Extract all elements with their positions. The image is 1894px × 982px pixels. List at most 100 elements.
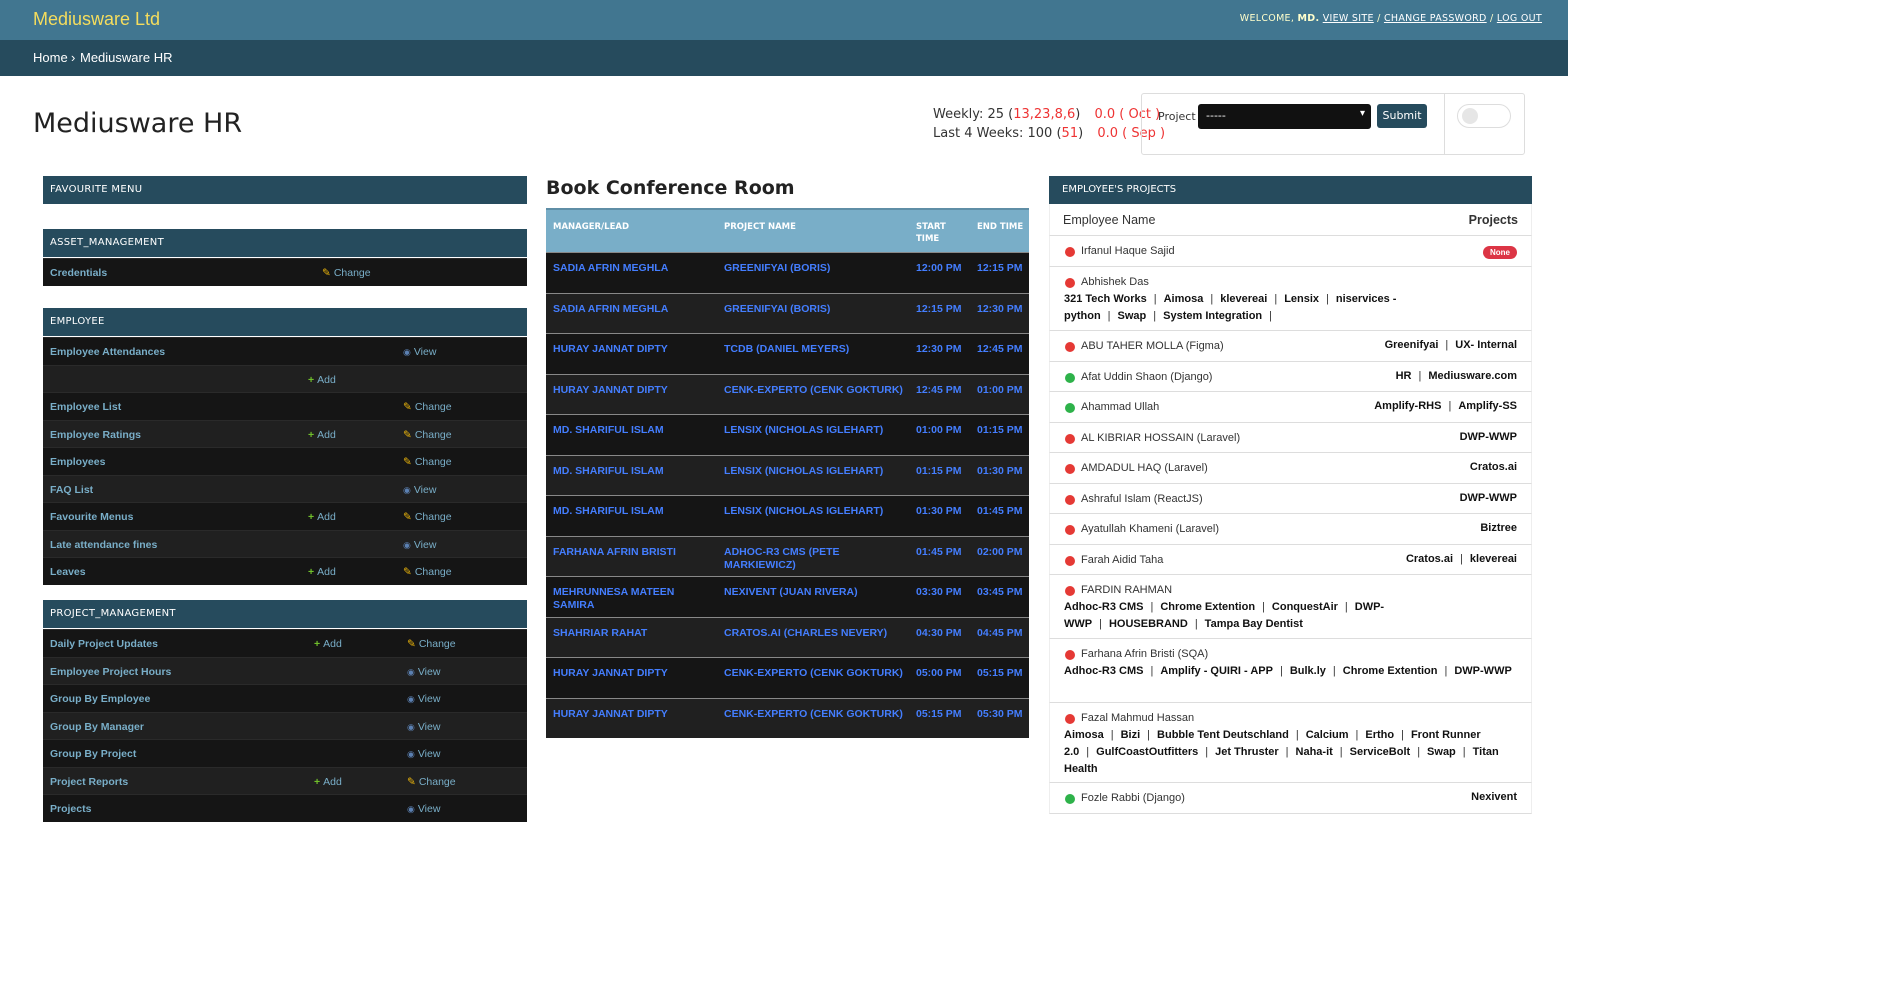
col-project: PROJECT NAME: [724, 222, 796, 232]
row-manager[interactable]: HURAY JANNAT DIPTY: [553, 708, 713, 721]
row-manager[interactable]: MD. SHARIFUL ISLAM: [553, 505, 713, 518]
conference-row: HURAY JANNAT DIPTY TCDB (DANIEL MEYERS) 12…: [546, 333, 1029, 374]
module-row-link[interactable]: Project Reports: [50, 776, 128, 788]
row-manager[interactable]: HURAY JANNAT DIPTY: [553, 343, 713, 356]
module-row-link[interactable]: Late attendance fines: [50, 539, 157, 551]
employee-name: AMDADUL HAQ (Laravel): [1081, 462, 1208, 474]
row-project[interactable]: LENSIX (NICHOLAS IGLEHART): [724, 424, 909, 437]
project-separator: |: [1355, 729, 1359, 741]
module-row-link[interactable]: Group By Manager: [50, 721, 144, 733]
module-row-link[interactable]: Employee Project Hours: [50, 666, 171, 678]
conference-row: MD. SHARIFUL ISLAM LENSIX (NICHOLAS IGLEH…: [546, 414, 1029, 455]
project-name: DWP-WWP: [1459, 492, 1517, 504]
change-link[interactable]: ✎ Change: [403, 566, 452, 578]
row-project[interactable]: LENSIX (NICHOLAS IGLEHART): [724, 465, 909, 478]
add-link[interactable]: + Add: [308, 429, 336, 441]
conference-title: Book Conference Room: [546, 177, 795, 199]
view-link[interactable]: ◉ View: [407, 666, 440, 678]
row-manager[interactable]: SADIA AFRIN MEGHLA: [553, 303, 713, 316]
log-out-link[interactable]: LOG OUT: [1497, 13, 1542, 24]
module-row-link[interactable]: Group By Employee: [50, 693, 150, 705]
module-row-link[interactable]: Employee Ratings: [50, 429, 141, 441]
theme-toggle[interactable]: [1457, 104, 1511, 128]
module-row: Daily Project Updates + Add ✎ Change: [43, 629, 527, 657]
view-link[interactable]: ◉ View: [403, 346, 436, 358]
row-manager[interactable]: HURAY JANNAT DIPTY: [553, 667, 713, 680]
change-link[interactable]: ✎ Change: [403, 429, 452, 441]
add-link[interactable]: + Add: [308, 566, 336, 578]
row-project[interactable]: CENK-EXPERTO (CENK GOKTURK): [724, 667, 909, 680]
module-row: Group By Employee ◉ View: [43, 684, 527, 712]
module-row-link[interactable]: Employees: [50, 456, 105, 468]
view-link[interactable]: ◉ View: [403, 484, 436, 496]
row-manager[interactable]: MEHRUNNESA MATEEN SAMIRA: [553, 586, 713, 612]
change-link[interactable]: ✎ Change: [407, 638, 456, 650]
submit-button[interactable]: Submit: [1377, 104, 1427, 128]
employee-project-list: DWP-WWP: [1460, 431, 1517, 443]
view-site-link[interactable]: VIEW SITE: [1323, 13, 1374, 24]
change-link[interactable]: ✎ Change: [322, 267, 371, 279]
module-row-link[interactable]: Employee Attendances: [50, 346, 165, 358]
module-row-link[interactable]: Leaves: [50, 566, 86, 578]
eye-icon: ◉: [407, 804, 415, 814]
row-project[interactable]: TCDB (DANIEL MEYERS): [724, 343, 909, 356]
conference-row: MD. SHARIFUL ISLAM LENSIX (NICHOLAS IGLEH…: [546, 495, 1029, 536]
change-link[interactable]: ✎ Change: [403, 456, 452, 468]
row-manager[interactable]: MD. SHARIFUL ISLAM: [553, 465, 713, 478]
project-select-value: -----: [1206, 109, 1226, 122]
site-header: Mediusware Ltd WELCOME, MD. VIEW SITE / …: [0, 0, 1568, 40]
add-link[interactable]: + Add: [308, 511, 336, 523]
add-link[interactable]: + Add: [314, 776, 342, 788]
row-start: 04:30 PM: [916, 626, 962, 639]
change-label: Change: [414, 456, 452, 468]
row-manager[interactable]: HURAY JANNAT DIPTY: [553, 384, 713, 397]
module-row-link[interactable]: Projects: [50, 803, 91, 815]
view-link[interactable]: ◉ View: [407, 748, 440, 760]
add-label: Add: [323, 775, 342, 788]
module-row-link[interactable]: Employee List: [50, 401, 121, 413]
view-link[interactable]: ◉ View: [403, 539, 436, 551]
add-link[interactable]: + Add: [314, 638, 342, 650]
module-row-link[interactable]: Group By Project: [50, 748, 136, 760]
project-name: GulfCoastOutfitters: [1096, 746, 1199, 758]
change-link[interactable]: ✎ Change: [403, 511, 452, 523]
weekly-detail: 13,23,8,6: [1013, 107, 1076, 122]
module-row-link[interactable]: Favourite Menus: [50, 511, 133, 523]
site-brand[interactable]: Mediusware Ltd: [33, 9, 160, 30]
row-project[interactable]: CRATOS.AI (CHARLES NEVERY): [724, 627, 909, 640]
row-project[interactable]: NEXIVENT (JUAN RIVERA): [724, 586, 909, 599]
row-project[interactable]: CENK-EXPERTO (CENK GOKTURK): [724, 708, 909, 721]
row-project[interactable]: GREENIFYAI (BORIS): [724, 262, 909, 275]
row-manager[interactable]: MD. SHARIFUL ISLAM: [553, 424, 713, 437]
add-link[interactable]: + Add: [308, 374, 336, 386]
project-separator: |: [1462, 746, 1466, 758]
breadcrumb-home[interactable]: Home: [33, 50, 68, 65]
project-name: Tampa Bay Dentist: [1204, 618, 1303, 630]
change-link[interactable]: ✎ Change: [403, 401, 452, 413]
employee-name: Abhishek Das: [1081, 276, 1149, 288]
pencil-icon: ✎: [403, 511, 412, 523]
change-link[interactable]: ✎ Change: [407, 776, 456, 788]
view-link[interactable]: ◉ View: [407, 693, 440, 705]
employee-projects-columns: Employee Name Projects: [1049, 204, 1532, 236]
weekly-label: Weekly: 25 (: [933, 107, 1014, 122]
row-manager[interactable]: FARHANA AFRIN BRISTI: [553, 546, 713, 559]
view-link[interactable]: ◉ View: [407, 721, 440, 733]
row-project[interactable]: ADHOC-R3 CMS (PETE MARKIEWICZ): [724, 546, 909, 572]
project-select[interactable]: ----- ▾: [1198, 104, 1371, 129]
conference-row: SHAHRIAR RAHAT CRATOS.AI (CHARLES NEVERY)…: [546, 616, 1029, 657]
row-project[interactable]: GREENIFYAI (BORIS): [724, 303, 909, 316]
employee-row: Farhana Afrin Bristi (SQA) Adhoc-R3 CMS | A…: [1049, 639, 1532, 703]
row-manager[interactable]: SHAHRIAR RAHAT: [553, 627, 713, 640]
module-row-link[interactable]: Daily Project Updates: [50, 638, 158, 650]
view-link[interactable]: ◉ View: [407, 803, 440, 815]
view-label: View: [413, 346, 437, 358]
module-row-link[interactable]: FAQ List: [50, 484, 93, 496]
row-project[interactable]: LENSIX (NICHOLAS IGLEHART): [724, 505, 909, 518]
module-row-link[interactable]: Credentials: [50, 267, 107, 279]
toggle-knob: [1462, 108, 1478, 124]
col-manager: MANAGER/LEAD: [553, 222, 630, 232]
row-manager[interactable]: SADIA AFRIN MEGHLA: [553, 262, 713, 275]
change-password-link[interactable]: CHANGE PASSWORD: [1384, 13, 1487, 24]
row-project[interactable]: CENK-EXPERTO (CENK GOKTURK): [724, 384, 909, 397]
